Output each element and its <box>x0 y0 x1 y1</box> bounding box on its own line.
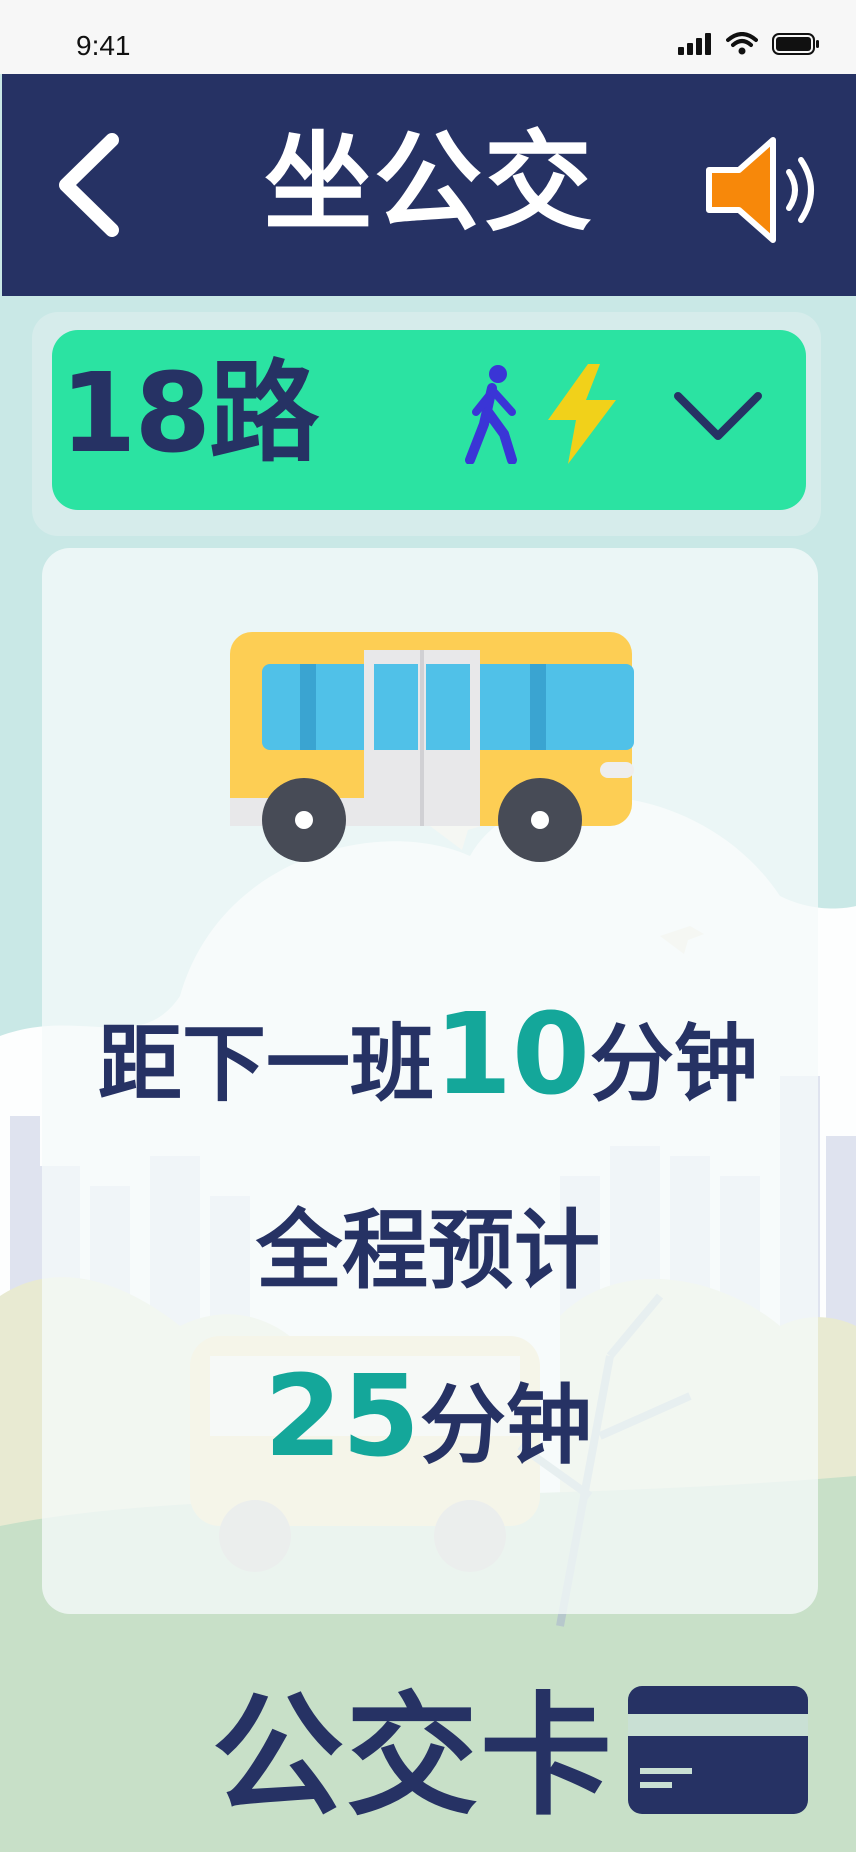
bus-icon <box>230 632 634 862</box>
card-icon[interactable] <box>628 1686 808 1814</box>
status-bar: 9:41 <box>0 0 856 74</box>
speaker-icon[interactable] <box>701 130 826 250</box>
route-label: 18路 <box>60 349 319 477</box>
signal-icon <box>678 33 711 55</box>
status-time: 9:41 <box>76 30 131 61</box>
next-bus-text: 距下一班10分钟 <box>0 990 856 1129</box>
header-bar: 坐公交 <box>2 74 856 296</box>
next-bus-suffix: 分钟 <box>589 1015 758 1113</box>
total-trip-suffix: 分钟 <box>419 1376 592 1476</box>
total-trip-minutes: 25 <box>264 1352 420 1482</box>
next-bus-prefix: 距下一班 <box>98 1015 435 1113</box>
total-trip-text: 25分钟 <box>0 1352 856 1491</box>
status-icons <box>678 32 820 56</box>
bus-card-button[interactable]: 公交卡 <box>212 1682 614 1832</box>
chevron-down-icon[interactable] <box>672 386 764 446</box>
walk-icon <box>465 365 517 464</box>
lightning-icon <box>548 364 616 464</box>
next-bus-minutes: 10 <box>434 990 590 1120</box>
total-trip-label: 全程预计 <box>256 1201 600 1301</box>
battery-icon <box>772 33 819 55</box>
wifi-icon <box>726 32 758 55</box>
